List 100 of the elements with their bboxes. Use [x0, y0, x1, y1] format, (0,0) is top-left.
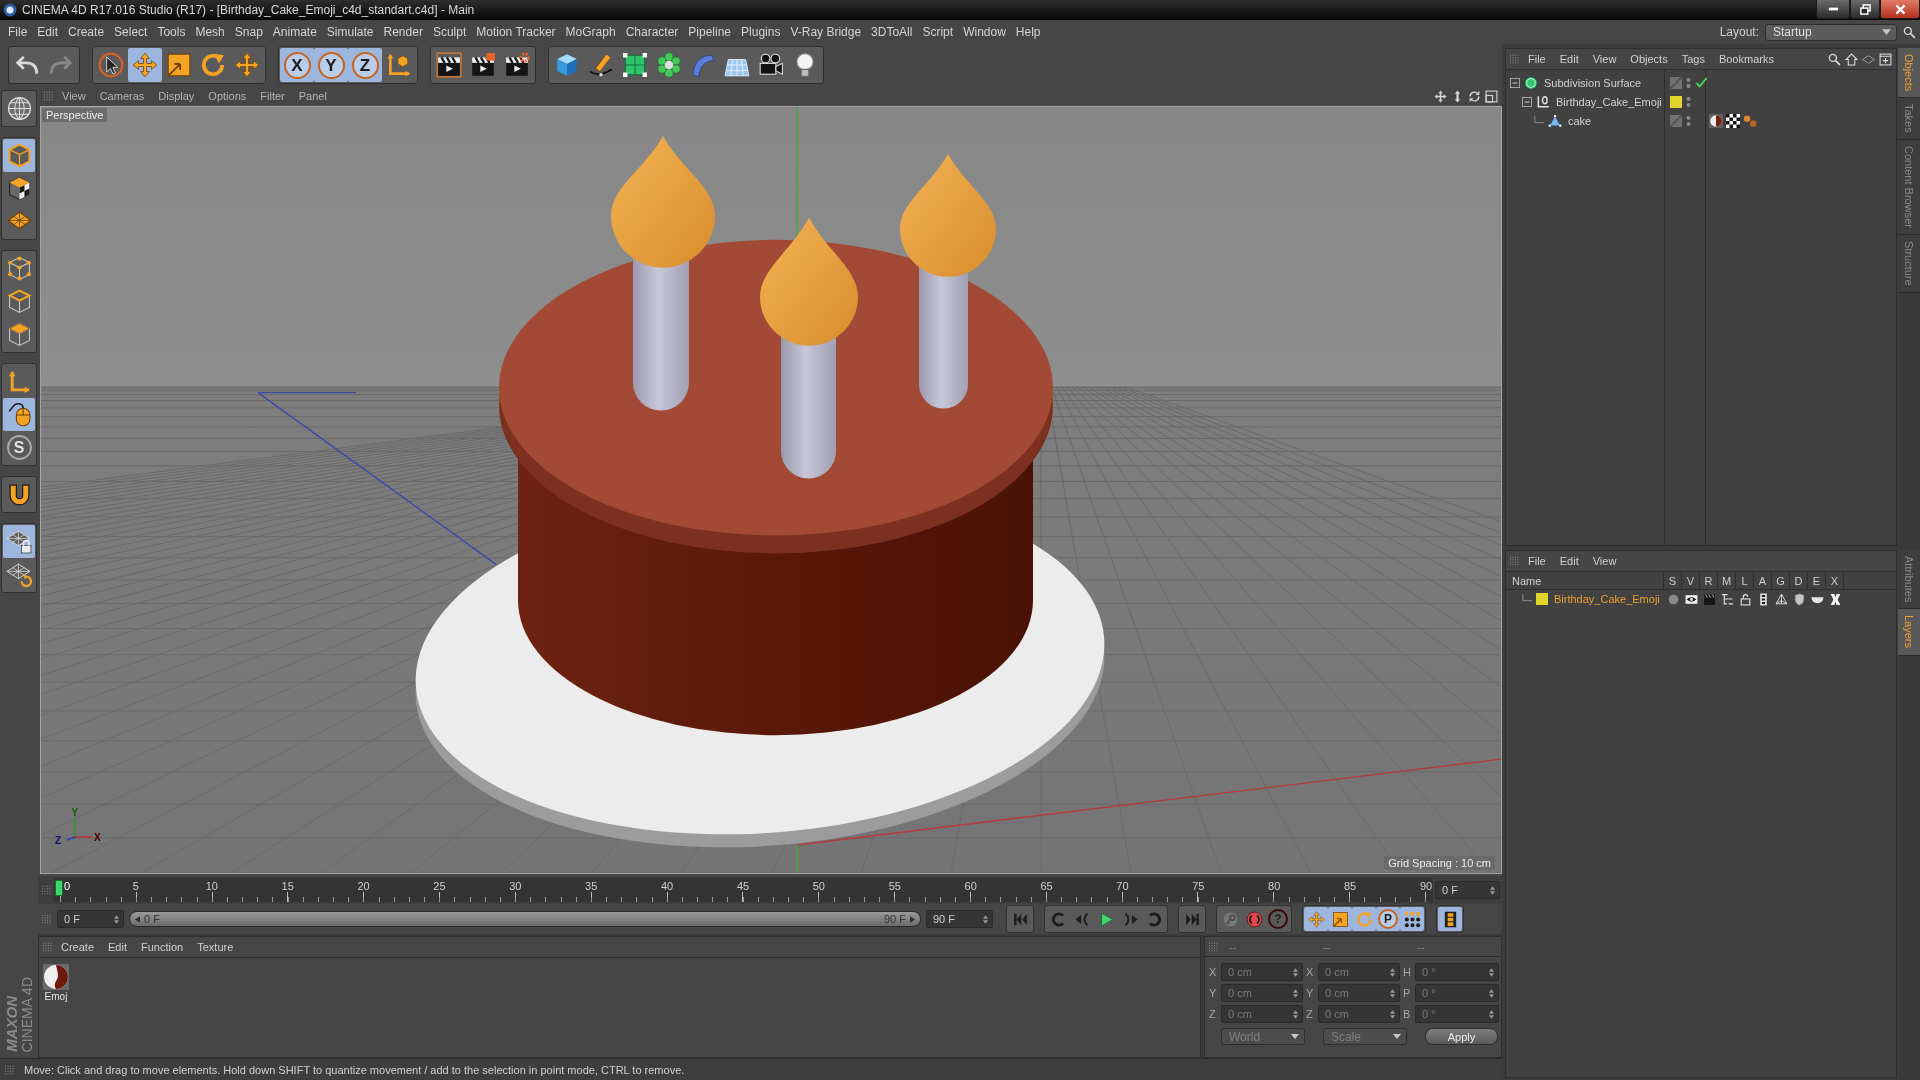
panel-menu-item[interactable]: View [1586, 53, 1623, 65]
column-header[interactable]: Name [1506, 572, 1664, 590]
side-tab[interactable]: Layers [1898, 609, 1920, 656]
object-name[interactable]: Birthday_Cake_Emoji [1554, 95, 1664, 108]
menu-item[interactable]: Render [378, 25, 428, 39]
key-parameter-button[interactable]: P [1376, 907, 1400, 931]
menu-item[interactable]: Tools [152, 25, 191, 39]
viewport-menu-item[interactable]: Filter [254, 90, 291, 102]
layer-name[interactable]: Birthday_Cake_Emoji [1552, 593, 1662, 605]
column-header[interactable]: A [1754, 572, 1772, 590]
panel-menu-item[interactable]: Function [135, 941, 190, 953]
visibility-dots-icon[interactable] [1686, 76, 1691, 89]
collapse-icon[interactable] [1510, 77, 1520, 88]
menu-item[interactable]: 3DToAll [866, 25, 918, 39]
panel-menu-item[interactable]: Texture [191, 941, 240, 953]
panel-menu-item[interactable]: View [1586, 555, 1623, 567]
grip-icon[interactable] [1209, 941, 1219, 952]
collapse-icon[interactable] [1522, 96, 1532, 107]
restore-button[interactable] [1850, 0, 1880, 19]
search-icon[interactable] [1828, 52, 1841, 66]
minimize-button[interactable] [1816, 0, 1850, 19]
viewport-menu-item[interactable]: Options [202, 90, 253, 102]
solo-dot-icon[interactable] [1666, 592, 1680, 606]
menu-item[interactable]: Script [917, 25, 959, 39]
material-item[interactable]: Emoj [41, 962, 71, 1004]
menu-item[interactable]: V-Ray Bridge [785, 25, 867, 39]
column-header[interactable]: G [1772, 572, 1790, 590]
menu-item[interactable]: Select [109, 25, 153, 39]
visibility-dots-icon[interactable] [1686, 95, 1691, 108]
key-points-button[interactable] [1400, 907, 1424, 931]
menu-item[interactable]: MoGraph [560, 25, 621, 39]
column-header[interactable]: D [1790, 572, 1808, 590]
close-button[interactable] [1880, 0, 1920, 19]
panel-menu-item[interactable]: Bookmarks [1712, 53, 1780, 65]
panel-menu-item[interactable]: Edit [102, 941, 133, 953]
viewport-menu-item[interactable]: View [56, 90, 92, 102]
clapperboard-icon[interactable] [1702, 592, 1716, 606]
shield-icon[interactable] [1792, 592, 1806, 606]
maximize-view-icon[interactable] [1485, 89, 1498, 103]
menu-item[interactable]: Plugins [736, 25, 786, 39]
column-header[interactable]: E [1808, 572, 1826, 590]
visibility-dots-icon[interactable] [1686, 114, 1691, 127]
menu-item[interactable]: Edit [32, 25, 64, 39]
current-frame-field[interactable]: 0 F [1435, 881, 1500, 899]
panel-menu-item[interactable]: Objects [1624, 53, 1674, 65]
grip-icon[interactable] [1510, 54, 1520, 64]
diamond-icon[interactable] [1862, 52, 1875, 66]
viewport-menu-item[interactable]: Display [152, 90, 201, 102]
menu-item[interactable]: Animate [267, 25, 322, 39]
column-header[interactable]: S [1664, 572, 1682, 590]
side-tab[interactable]: Objects [1898, 48, 1920, 99]
layout-dropdown[interactable]: Startup [1765, 23, 1897, 41]
layer-color-swatch[interactable] [1670, 95, 1682, 108]
orbit-view-icon[interactable] [1468, 89, 1481, 103]
workplane-lock-button[interactable] [3, 525, 35, 558]
open-padlock-icon[interactable] [1738, 592, 1752, 606]
end-frame-field[interactable]: 90 F [926, 910, 993, 928]
column-header[interactable]: L [1736, 572, 1754, 590]
panel-menu-item[interactable]: Tags [1675, 53, 1711, 65]
viewport-area[interactable]: Perspective Grid Spacing : 10 cm Y Z X [40, 106, 1502, 874]
grip-icon[interactable] [42, 885, 52, 895]
menu-item[interactable]: Character [620, 25, 684, 39]
viewport-menu-item[interactable]: Cameras [93, 90, 151, 102]
panel-menu-item[interactable]: File [1522, 53, 1552, 65]
menu-item[interactable]: Sculpt [427, 25, 472, 39]
checker-tag-icon[interactable] [1726, 113, 1740, 128]
menu-item[interactable]: Simulate [321, 25, 379, 39]
pyramid-icon[interactable] [1774, 592, 1788, 606]
grip-icon[interactable] [1510, 556, 1520, 566]
grip-icon[interactable] [42, 914, 52, 924]
start-frame-field[interactable]: 0 F [57, 910, 124, 928]
check-icon[interactable] [1695, 77, 1708, 88]
object-name[interactable]: Subdivision Surface [1542, 76, 1644, 89]
eye-icon[interactable] [1684, 592, 1698, 606]
menu-item[interactable]: Snap [229, 25, 268, 39]
x-shape-icon[interactable] [1828, 592, 1842, 606]
panel-menu-item[interactable]: File [1522, 555, 1552, 567]
timeline-ruler[interactable]: 0 5 10 15 20 25 30 35 40 45 50 55 60 65 70 75 80 85 90 [54, 878, 1433, 902]
menu-item[interactable]: Window [958, 25, 1011, 39]
home-icon[interactable] [1845, 52, 1858, 66]
column-header[interactable]: X [1826, 572, 1844, 590]
panel-menu-item[interactable]: Create [55, 941, 101, 953]
menu-item[interactable]: Pipeline [683, 25, 737, 39]
menu-item[interactable]: Motion Tracker [471, 25, 561, 39]
axis-lock-button[interactable]: Y [314, 48, 348, 82]
search-icon[interactable] [1903, 25, 1916, 39]
new-window-icon[interactable] [1879, 52, 1892, 66]
frame-range-slider[interactable]: 0 F 90 F [129, 911, 921, 927]
playhead-marker[interactable] [55, 880, 63, 896]
axis-lock-button[interactable]: Z [348, 48, 382, 82]
grip-icon[interactable] [43, 942, 53, 952]
menu-item[interactable]: Help [1010, 25, 1046, 39]
axis-lock-button[interactable]: X [280, 48, 314, 82]
menu-item[interactable]: Create [63, 25, 110, 39]
menu-item[interactable]: Mesh [190, 25, 230, 39]
panel-menu-item[interactable]: Edit [1553, 53, 1585, 65]
pan-view-icon[interactable] [1434, 89, 1447, 103]
hierarchy-icon[interactable] [1720, 592, 1734, 606]
panel-menu-item[interactable]: Edit [1553, 555, 1585, 567]
dots-tag-icon[interactable] [1743, 113, 1757, 128]
